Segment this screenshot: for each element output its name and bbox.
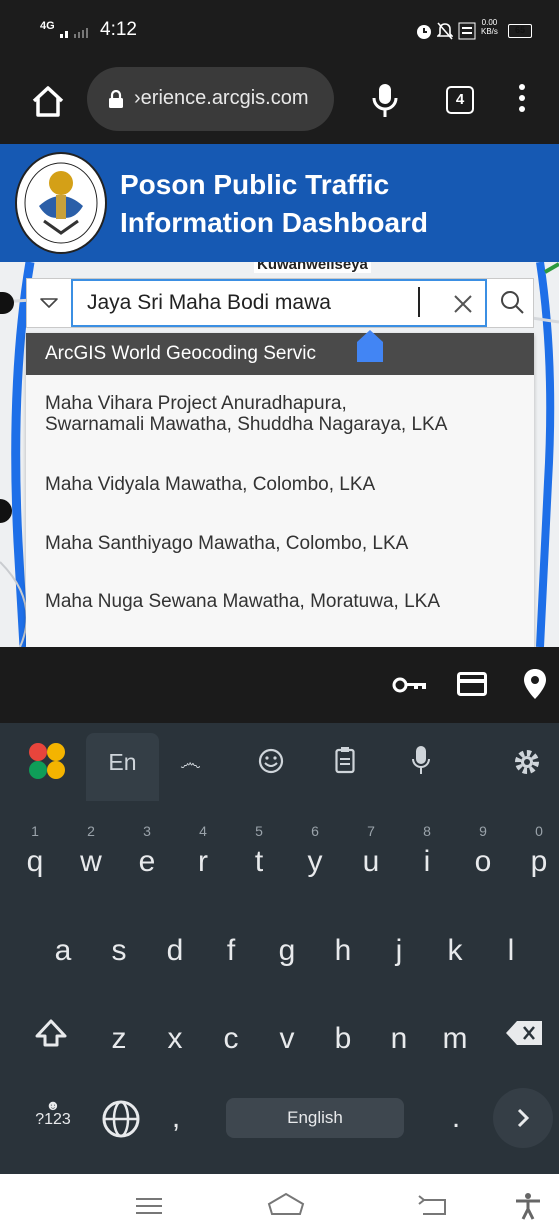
key-x[interactable]: x bbox=[149, 1022, 201, 1056]
suggestion-item[interactable]: Maha Nuga Sewana Mawatha, Moratuwa, LKA bbox=[26, 578, 534, 634]
text-caret bbox=[418, 287, 420, 317]
key-hint: 2 bbox=[87, 823, 95, 839]
suggestion-source-header: ArcGIS World Geocoding Servic bbox=[26, 333, 534, 375]
transliteration-icon[interactable]: ෴ bbox=[180, 748, 214, 776]
key-c[interactable]: c bbox=[205, 1022, 257, 1056]
microphone-icon[interactable] bbox=[370, 82, 400, 118]
key-b[interactable]: b bbox=[317, 1022, 369, 1056]
home-nav-icon[interactable] bbox=[266, 1192, 306, 1216]
back-nav-icon[interactable] bbox=[418, 1194, 448, 1216]
enter-key[interactable] bbox=[493, 1088, 553, 1148]
key-y[interactable]: 6y bbox=[289, 823, 341, 879]
search-widget: Jaya Sri Maha Bodi mawa bbox=[26, 278, 534, 328]
search-input-text: Jaya Sri Maha Bodi mawa bbox=[87, 291, 331, 314]
battery-icon: 65 bbox=[508, 24, 532, 38]
search-icon[interactable] bbox=[489, 279, 535, 327]
page-title: Poson Public Traffic Information Dashboa… bbox=[120, 169, 429, 238]
location-pin-icon[interactable] bbox=[524, 669, 546, 699]
accessibility-icon[interactable] bbox=[514, 1192, 542, 1220]
key-comma[interactable]: , bbox=[150, 1101, 202, 1135]
key-k[interactable]: k bbox=[429, 934, 481, 968]
chevron-right-icon bbox=[517, 1108, 530, 1128]
suggestion-item[interactable]: Maha Santhiyago Mawatha, Colombo, LKA bbox=[26, 520, 534, 578]
ministry-logo bbox=[15, 152, 107, 254]
clipboard-icon[interactable] bbox=[335, 746, 355, 774]
key-z[interactable]: z bbox=[93, 1022, 145, 1056]
key-hint: 3 bbox=[143, 823, 151, 839]
globe-icon[interactable] bbox=[101, 1099, 141, 1139]
key-v[interactable]: v bbox=[261, 1022, 313, 1056]
key-a[interactable]: a bbox=[37, 934, 89, 968]
key-d[interactable]: d bbox=[149, 934, 201, 968]
gear-icon[interactable] bbox=[512, 747, 542, 777]
key-j[interactable]: j bbox=[373, 934, 425, 968]
tab-switcher-button[interactable]: 4 bbox=[446, 86, 474, 114]
key-f[interactable]: f bbox=[205, 934, 257, 968]
close-icon[interactable] bbox=[451, 292, 475, 316]
suggestion-item[interactable]: Maha Vihara Project Anuradhapura, Swarna… bbox=[26, 375, 534, 461]
key-period[interactable]: . bbox=[430, 1101, 482, 1135]
signal-icon bbox=[60, 28, 88, 38]
autofill-bar bbox=[0, 647, 559, 723]
key-e[interactable]: 3e bbox=[121, 823, 173, 879]
key-hint: 4 bbox=[199, 823, 207, 839]
dashboard-header: Poson Public Traffic Information Dashboa… bbox=[0, 144, 559, 262]
mute-notification-icon bbox=[437, 22, 453, 40]
key-w[interactable]: 2w bbox=[65, 823, 117, 879]
key-hint: 6 bbox=[311, 823, 319, 839]
chevron-down-icon[interactable] bbox=[27, 279, 71, 327]
shift-icon[interactable] bbox=[34, 1018, 68, 1048]
system-nav-bar bbox=[0, 1174, 559, 1220]
search-input[interactable]: Jaya Sri Maha Bodi mawa bbox=[71, 279, 487, 327]
key-m[interactable]: m bbox=[429, 1022, 481, 1056]
apps-icon[interactable] bbox=[28, 742, 66, 780]
status-bar: 4G 4:12 0.00 KB/s 65 bbox=[0, 0, 559, 64]
key-hint: 0 bbox=[535, 823, 543, 839]
key-hint: 1 bbox=[31, 823, 39, 839]
key-n[interactable]: n bbox=[373, 1022, 425, 1056]
address-bar[interactable]: ›erience.arcgis.com bbox=[87, 67, 334, 131]
network-indicator: 4G bbox=[40, 20, 55, 32]
symbols-key[interactable]: ☻ ?123 bbox=[28, 1098, 78, 1129]
clock: 4:12 bbox=[100, 19, 137, 40]
key-s[interactable]: s bbox=[93, 934, 145, 968]
key-u[interactable]: 7u bbox=[345, 823, 397, 879]
url-text: ›erience.arcgis.com bbox=[134, 87, 309, 109]
payment-card-icon[interactable] bbox=[457, 672, 487, 696]
data-speed: 0.00 KB/s bbox=[481, 18, 498, 36]
key-p[interactable]: 0p bbox=[513, 823, 559, 879]
suggestions-panel: ArcGIS World Geocoding Servic Maha Vihar… bbox=[26, 333, 534, 647]
key-h[interactable]: h bbox=[317, 934, 369, 968]
key-r[interactable]: 4r bbox=[177, 823, 229, 879]
more-menu-icon[interactable] bbox=[516, 84, 528, 118]
suggestion-item[interactable]: Maha Vidyala Mawatha, Colombo, LKA bbox=[26, 461, 534, 520]
svg-text:෴: ෴ bbox=[180, 751, 201, 776]
key-o[interactable]: 9o bbox=[457, 823, 509, 879]
key-l[interactable]: l bbox=[485, 934, 537, 968]
home-icon[interactable] bbox=[28, 82, 68, 122]
key-icon[interactable] bbox=[392, 675, 428, 695]
key-i[interactable]: 8i bbox=[401, 823, 453, 879]
emoji-icon[interactable] bbox=[258, 748, 284, 774]
key-g[interactable]: g bbox=[261, 934, 313, 968]
language-tab[interactable]: En bbox=[86, 733, 159, 801]
text-selection-handle[interactable] bbox=[357, 330, 383, 362]
lock-icon bbox=[109, 90, 123, 108]
key-t[interactable]: 5t bbox=[233, 823, 285, 879]
key-hint: 7 bbox=[367, 823, 375, 839]
recent-apps-icon[interactable] bbox=[136, 1196, 162, 1216]
backspace-icon[interactable] bbox=[505, 1020, 543, 1046]
key-hint: 8 bbox=[423, 823, 431, 839]
space-key[interactable]: English bbox=[226, 1098, 404, 1138]
volte-icon bbox=[458, 22, 476, 40]
key-q[interactable]: 1q bbox=[9, 823, 61, 879]
soft-keyboard: 1q2w3e4r5t6y7u8i9o0p asdfghjkl zxcvbnm ☻… bbox=[0, 801, 559, 1174]
key-hint: 5 bbox=[255, 823, 263, 839]
key-hint: 9 bbox=[479, 823, 487, 839]
browser-toolbar: ›erience.arcgis.com 4 bbox=[0, 64, 559, 144]
keyboard-toolbar: En ෴ bbox=[0, 723, 559, 801]
map-place-label: Kuwanweliseya bbox=[254, 262, 371, 273]
voice-input-icon[interactable] bbox=[412, 745, 430, 775]
alarm-icon bbox=[417, 25, 431, 39]
